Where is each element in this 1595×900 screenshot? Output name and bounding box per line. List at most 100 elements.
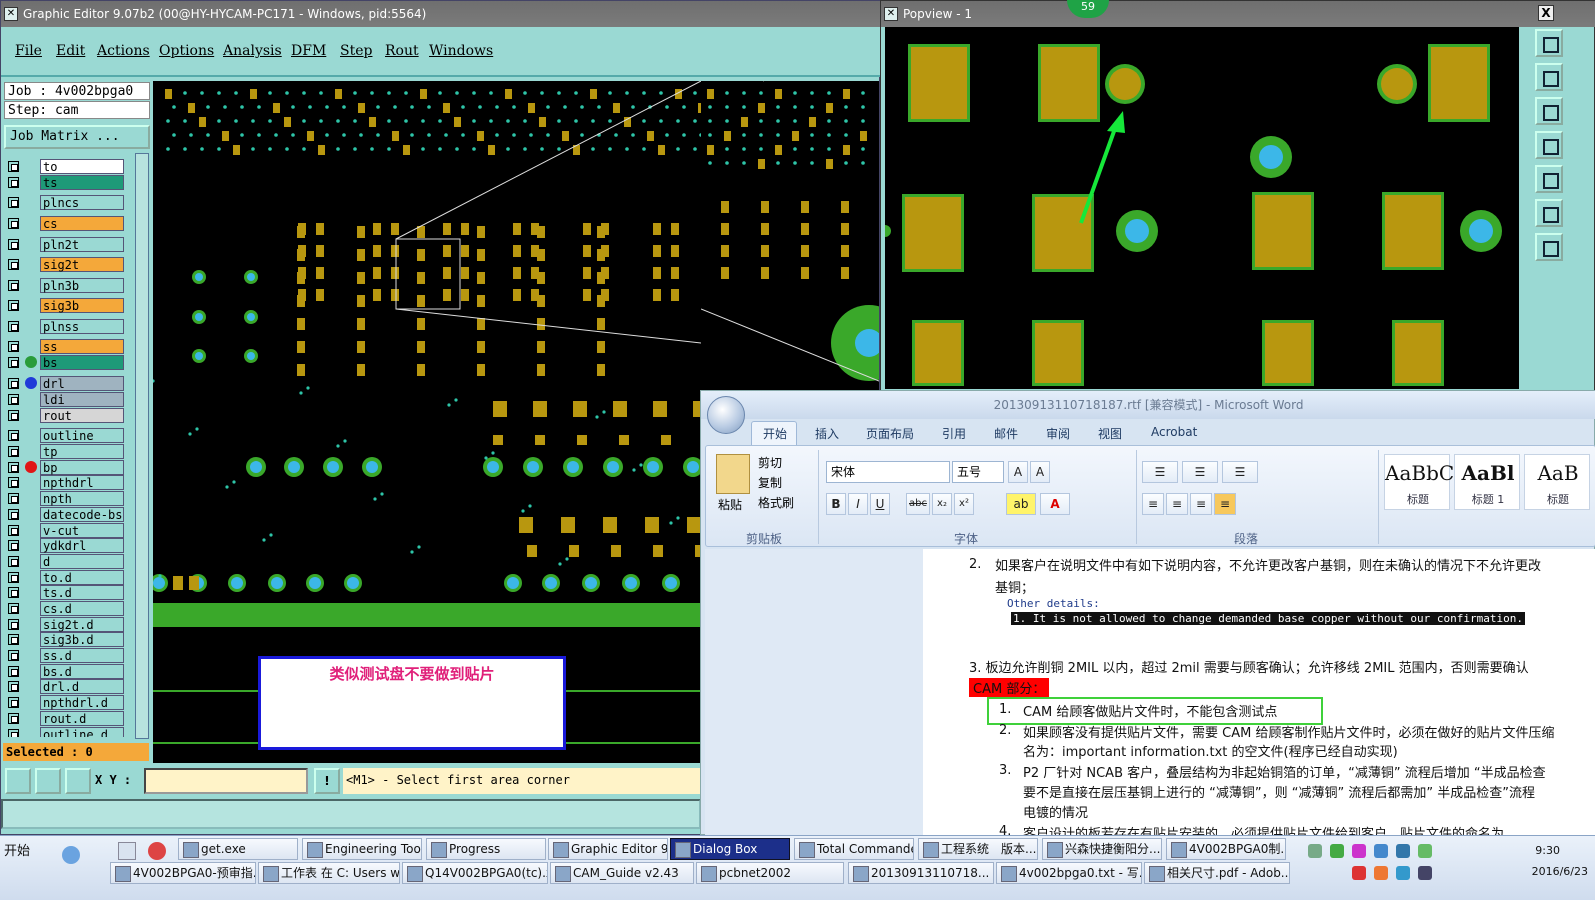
tool-button-2[interactable] [35,768,61,794]
layer-checkbox[interactable] [8,493,19,504]
layer-checkbox[interactable] [8,462,19,473]
layer-row[interactable]: npth [4,491,124,506]
layer-checkbox[interactable] [8,378,19,389]
layer-row[interactable]: datecode-bs [4,507,124,522]
layer-row[interactable]: ss [4,339,124,354]
layer-row[interactable]: ss.d [4,648,124,663]
taskbar-item[interactable]: 兴森快捷衡阳分... [1042,838,1162,860]
tool-button-1[interactable] [5,768,31,794]
popview-tool-6[interactable] [1535,199,1563,227]
justify-icon[interactable]: ≡ [1214,493,1236,515]
layer-row[interactable]: sig3b.d [4,632,124,647]
quicklaunch-icon[interactable] [118,842,136,860]
style-heading-1[interactable]: AaBl 标题 1 [1454,454,1520,510]
taskbar-item[interactable]: 4V002BPGA0-预审指... [110,862,256,884]
layer-checkbox[interactable] [8,357,19,368]
taskbar-item[interactable]: Total Commander... [794,838,914,860]
taskbar-item[interactable]: 4V002BPGA0制... [1166,838,1286,860]
layer-scrollbar[interactable] [135,153,149,739]
job-matrix-button[interactable]: Job Matrix ... [4,125,150,149]
layer-checkbox[interactable] [8,634,19,645]
layer-row[interactable]: d [4,554,124,569]
layer-checkbox[interactable] [8,410,19,421]
font-size-select[interactable]: 五号 [952,461,1004,483]
graphic-canvas-right[interactable] [701,81,879,391]
layer-checkbox[interactable] [8,681,19,692]
style-title[interactable]: AaBbC 标题 [1384,454,1454,510]
layer-checkbox[interactable] [8,394,19,405]
grid-tool-button[interactable] [65,768,91,794]
tray-icon[interactable] [1352,844,1366,858]
layer-row[interactable]: pln3b [4,278,124,293]
taskbar-item[interactable]: CAM_Guide v2.43 [550,862,694,884]
layer-checkbox[interactable] [8,540,19,551]
tab-acrobat[interactable]: Acrobat [1151,425,1197,439]
taskbar-item[interactable]: Engineering Toolk... [302,838,422,860]
popview-tool-4[interactable] [1535,131,1563,159]
layer-checkbox[interactable] [8,572,19,583]
layer-row[interactable]: bs [4,355,124,370]
menu-actions[interactable]: Actions [97,43,150,59]
align-right-icon[interactable]: ≡ [1190,493,1212,515]
xy-input[interactable] [144,768,308,794]
layer-row[interactable]: sig2t.d [4,617,124,632]
taskbar-item[interactable]: Q14V002BPGA0(tc).xl... [402,862,548,884]
layer-row[interactable]: to [4,159,124,174]
layer-checkbox[interactable] [8,161,19,172]
layer-checkbox[interactable] [8,218,19,229]
layer-checkbox[interactable] [8,341,19,352]
popview-tool-7[interactable] [1535,233,1563,261]
layer-checkbox[interactable] [8,197,19,208]
layer-row[interactable]: drl [4,376,124,391]
taskbar-item[interactable]: 工作表 在 C: Users w... [258,862,400,884]
font-name-select[interactable]: 宋体 [826,461,950,483]
copy-button[interactable]: 复制 [758,474,782,491]
grow-font-icon[interactable]: A [1008,461,1028,483]
layer-row[interactable]: outline [4,428,124,443]
align-center-icon[interactable]: ≡ [1166,493,1188,515]
layer-checkbox[interactable] [8,556,19,567]
layer-row[interactable]: sig3b [4,298,124,313]
taskbar-item[interactable]: 20130913110718... [848,862,994,884]
layer-row[interactable]: cs.d [4,601,124,616]
taskbar-item[interactable]: Progress [426,838,546,860]
underline-icon[interactable]: U [870,493,890,515]
popview-tool-3[interactable] [1535,97,1563,125]
format-painter-button[interactable]: 格式刷 [758,494,794,511]
highlight-icon[interactable]: ab [1006,493,1036,515]
layer-row[interactable]: rout.d [4,711,124,726]
layer-checkbox[interactable] [8,259,19,270]
taskbar-item[interactable]: 4v002bpga0.txt - 写... [996,862,1142,884]
layer-row[interactable]: tp [4,444,124,459]
layer-checkbox[interactable] [8,239,19,250]
layer-row[interactable]: cs [4,216,124,231]
layer-checkbox[interactable] [8,666,19,677]
layer-row[interactable]: plnss [4,319,124,334]
tab-home[interactable]: 开始 [763,425,787,442]
popview-titlebar[interactable]: ✕ Popview - 1 X [881,1,1595,27]
graphic-editor-titlebar[interactable]: ✕ Graphic Editor 9.07b2 (00@HY-HYCAM-PC1… [1,1,881,27]
italic-icon[interactable]: I [848,493,868,515]
menu-rout[interactable]: Rout [385,43,419,59]
layer-row[interactable]: ts.d [4,585,124,600]
layer-checkbox[interactable] [8,603,19,614]
tab-view[interactable]: 视图 [1098,425,1122,442]
layer-checkbox[interactable] [8,650,19,661]
layer-row[interactable]: outline.d [4,727,124,737]
menu-windows[interactable]: Windows [429,43,493,59]
layer-row[interactable]: to.d [4,570,124,585]
layer-row[interactable]: npthdrl [4,475,124,490]
layer-row[interactable]: drl.d [4,679,124,694]
tab-page-layout[interactable]: 页面布局 [866,425,914,442]
paste-button[interactable]: 粘贴 [718,496,742,513]
layer-checkbox[interactable] [8,619,19,630]
taskbar-item[interactable]: 相关尺寸.pdf - Adob... [1144,862,1290,884]
tab-review[interactable]: 审阅 [1046,425,1070,442]
clock[interactable]: 9:30 2016/6/23 [1480,844,1590,884]
tray-icon[interactable] [1308,844,1322,858]
layer-row[interactable]: sig2t [4,257,124,272]
tray-icon[interactable] [1352,866,1366,880]
layer-checkbox[interactable] [8,729,19,737]
numbering-icon[interactable]: ☰ [1182,461,1218,483]
volume-icon[interactable] [1418,866,1432,880]
